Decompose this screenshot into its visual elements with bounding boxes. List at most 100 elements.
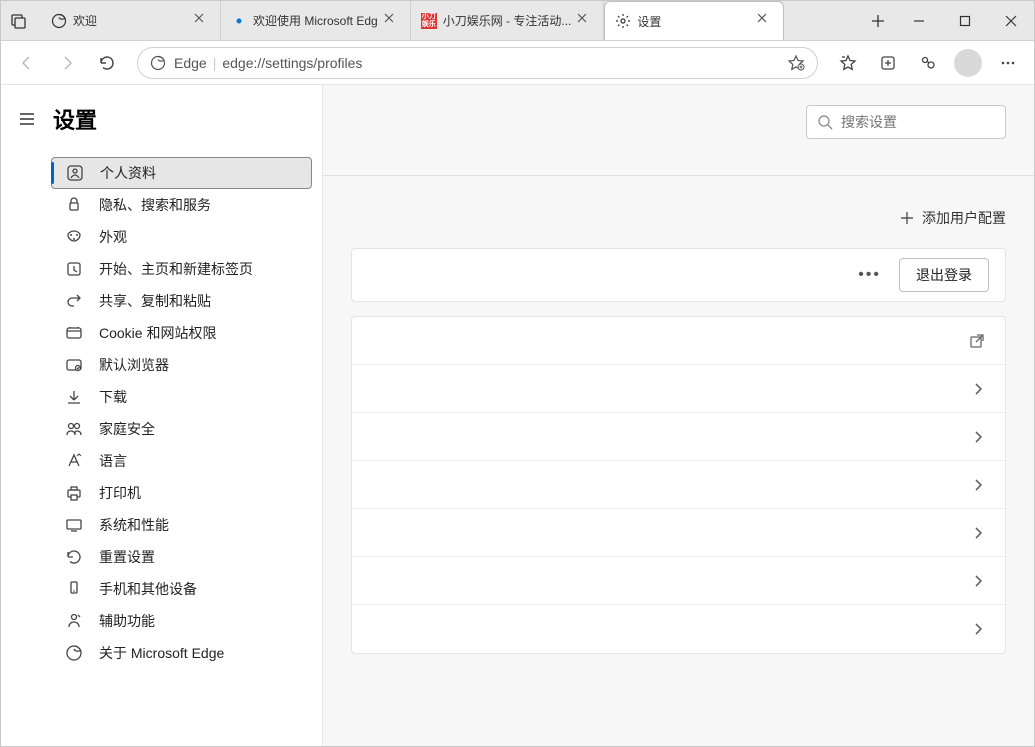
- tab-title: 设置: [637, 13, 751, 30]
- nav-icon: [66, 164, 84, 182]
- tab-title: 欢迎使用 Microsoft Edg: [253, 12, 378, 29]
- minimize-button[interactable]: [896, 1, 942, 40]
- nav-icon: [65, 548, 83, 566]
- search-input[interactable]: [841, 114, 1022, 130]
- sidebar-item-3[interactable]: 开始、主页和新建标签页: [51, 253, 312, 285]
- nav-icon: [65, 644, 83, 662]
- external-link-icon: [969, 333, 985, 349]
- maximize-button[interactable]: [942, 1, 988, 40]
- nav-label: 下载: [99, 387, 127, 407]
- chevron-right-icon: [971, 526, 985, 540]
- nav-icon: [65, 356, 83, 374]
- sidebar-item-12[interactable]: 重置设置: [51, 541, 312, 573]
- settings-row-3[interactable]: [352, 461, 1005, 509]
- tab-close-icon[interactable]: [384, 13, 400, 29]
- nav-icon: [65, 260, 83, 278]
- sidebar-header: 设置: [1, 85, 322, 149]
- nav-label: 系统和性能: [99, 515, 169, 535]
- favorite-icon[interactable]: [787, 54, 805, 72]
- settings-row-2[interactable]: [352, 413, 1005, 461]
- nav-label: Cookie 和网站权限: [99, 323, 216, 343]
- tab-title: 小刀娱乐网 - 专注活动...: [443, 12, 572, 29]
- nav-icon: [65, 580, 83, 598]
- tab-favicon: [615, 13, 631, 29]
- nav-icon: [65, 612, 83, 630]
- sidebar-item-5[interactable]: Cookie 和网站权限: [51, 317, 312, 349]
- new-tab-button[interactable]: [860, 1, 896, 40]
- sidebar-item-6[interactable]: 默认浏览器: [51, 349, 312, 381]
- tab-well: 欢迎 欢迎使用 Microsoft Edg 小刀娱乐小刀娱乐网 - 专注活动... 设…: [37, 1, 860, 40]
- nav-icon: [65, 228, 83, 246]
- nav-label: 隐私、搜索和服务: [99, 195, 211, 215]
- tab-manager-button[interactable]: [1, 1, 37, 40]
- url-display: Edge | edge://settings/profiles: [174, 55, 779, 71]
- tab-3[interactable]: 设置: [604, 1, 784, 40]
- sidebar-item-2[interactable]: 外观: [51, 221, 312, 253]
- nav-label: 个人资料: [100, 163, 156, 183]
- settings-row-1[interactable]: [352, 365, 1005, 413]
- nav-label: 手机和其他设备: [99, 579, 197, 599]
- tab-close-icon[interactable]: [577, 13, 593, 29]
- tab-close-icon[interactable]: [757, 13, 773, 29]
- nav-icon: [65, 388, 83, 406]
- settings-row-6[interactable]: [352, 605, 1005, 653]
- nav-label: 外观: [99, 227, 127, 247]
- refresh-button[interactable]: [89, 45, 125, 81]
- brand-label: Edge: [174, 55, 207, 71]
- sidebar-item-7[interactable]: 下载: [51, 381, 312, 413]
- sidebar-item-1[interactable]: 隐私、搜索和服务: [51, 189, 312, 221]
- profile-button[interactable]: [950, 45, 986, 81]
- tab-2[interactable]: 小刀娱乐小刀娱乐网 - 专注活动...: [411, 1, 605, 40]
- hamburger-button[interactable]: [15, 107, 39, 131]
- nav-icon: [65, 292, 83, 310]
- close-window-button[interactable]: [988, 1, 1034, 40]
- nav-label: 家庭安全: [99, 419, 155, 439]
- sidebar-title: 设置: [53, 103, 97, 135]
- add-profile-button[interactable]: 添加用户配置: [900, 208, 1006, 228]
- more-options-button[interactable]: •••: [854, 262, 885, 288]
- tab-favicon: [231, 13, 247, 29]
- profile-card: ••• 退出登录: [351, 248, 1006, 302]
- sidebar-item-9[interactable]: 语言: [51, 445, 312, 477]
- nav-label: 语言: [99, 451, 127, 471]
- sidebar-item-8[interactable]: 家庭安全: [51, 413, 312, 445]
- extensions-button[interactable]: [910, 45, 946, 81]
- sidebar-item-0[interactable]: 个人资料: [51, 157, 312, 189]
- settings-row-4[interactable]: [352, 509, 1005, 557]
- sidebar-item-14[interactable]: 辅助功能: [51, 605, 312, 637]
- sidebar-item-11[interactable]: 系统和性能: [51, 509, 312, 541]
- collections-button[interactable]: [870, 45, 906, 81]
- tab-0[interactable]: 欢迎: [41, 1, 221, 40]
- tab-favicon: [51, 13, 67, 29]
- sidebar-item-10[interactable]: 打印机: [51, 477, 312, 509]
- back-button[interactable]: [9, 45, 45, 81]
- forward-button[interactable]: [49, 45, 85, 81]
- profile-actions: 添加用户配置: [351, 176, 1006, 248]
- nav-label: 打印机: [99, 483, 141, 503]
- tab-close-icon[interactable]: [194, 13, 210, 29]
- settings-sidebar: 设置 个人资料隐私、搜索和服务外观开始、主页和新建标签页共享、复制和粘贴 Cook…: [1, 85, 323, 746]
- plus-icon: [900, 211, 914, 225]
- chevron-right-icon: [971, 430, 985, 444]
- settings-row-0[interactable]: [352, 317, 1005, 365]
- edge-logo-icon: [150, 55, 166, 71]
- tab-favicon: 小刀娱乐: [421, 13, 437, 29]
- settings-row-5[interactable]: [352, 557, 1005, 605]
- logout-button[interactable]: 退出登录: [899, 258, 989, 292]
- tab-1[interactable]: 欢迎使用 Microsoft Edg: [221, 1, 411, 40]
- nav-label: 默认浏览器: [99, 355, 169, 375]
- main-body: 添加用户配置 ••• 退出登录: [323, 139, 1034, 674]
- sidebar-nav: 个人资料隐私、搜索和服务外观开始、主页和新建标签页共享、复制和粘贴 Cookie …: [1, 149, 322, 677]
- sidebar-item-4[interactable]: 共享、复制和粘贴: [51, 285, 312, 317]
- profile-card-row: ••• 退出登录: [352, 249, 1005, 301]
- favorites-button[interactable]: [830, 45, 866, 81]
- main-header: [323, 85, 1034, 139]
- menu-button[interactable]: [990, 45, 1026, 81]
- sidebar-item-13[interactable]: 手机和其他设备: [51, 573, 312, 605]
- content-area: 设置 个人资料隐私、搜索和服务外观开始、主页和新建标签页共享、复制和粘贴 Cook…: [1, 85, 1034, 746]
- address-bar[interactable]: Edge | edge://settings/profiles: [137, 47, 818, 79]
- sidebar-item-15[interactable]: 关于 Microsoft Edge: [51, 637, 312, 669]
- settings-search[interactable]: [806, 105, 1006, 139]
- nav-icon: [65, 516, 83, 534]
- nav-icon: [65, 420, 83, 438]
